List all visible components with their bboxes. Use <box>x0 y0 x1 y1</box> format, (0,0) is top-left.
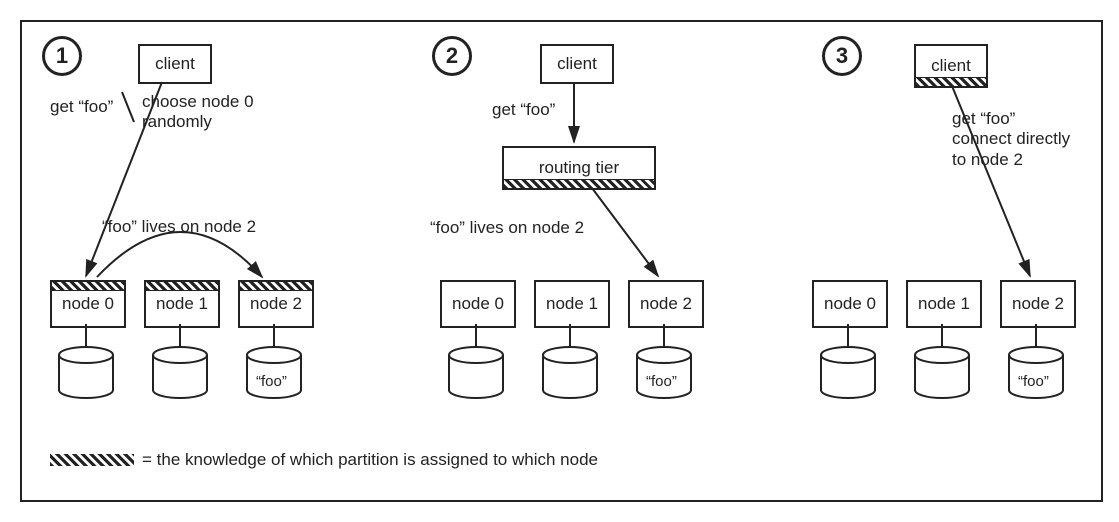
s1-node1-label: node 1 <box>156 294 208 314</box>
s2-node2-label: node 2 <box>640 294 692 314</box>
scenario-1-num: 1 <box>56 43 68 69</box>
s2-routing-tier-label: routing tier <box>539 158 619 178</box>
scenario-2-circle: 2 <box>432 36 472 76</box>
s1-node2-label: node 2 <box>250 294 302 314</box>
s3-node0-box: node 0 <box>812 280 888 328</box>
s2-foo-data-label: “foo” <box>646 373 677 391</box>
s3-db0 <box>819 346 877 402</box>
s1-stem1 <box>179 324 181 348</box>
s3-get-foo-label: get “foo” connect directly to node 2 <box>952 109 1070 170</box>
s3-node2-box: node 2 <box>1000 280 1076 328</box>
s3-foo-data-label: “foo” <box>1018 373 1049 391</box>
s1-foo-lives-label: “foo” lives on node 2 <box>102 217 256 237</box>
s2-client-label: client <box>557 54 597 74</box>
s1-foo-data-label: “foo” <box>256 373 287 391</box>
s2-routing-tier-box: routing tier <box>502 146 656 190</box>
s2-client-box: client <box>540 44 614 84</box>
s2-node2-box: node 2 <box>628 280 704 328</box>
s3-node0-label: node 0 <box>824 294 876 314</box>
s3-node1-label: node 1 <box>918 294 970 314</box>
s2-get-foo-label: get “foo” <box>492 100 555 120</box>
scenario-3-num: 3 <box>836 43 848 69</box>
s2-stem1 <box>569 324 571 348</box>
s1-node0-label: node 0 <box>62 294 114 314</box>
s1-node1-box: node 1 <box>144 280 220 328</box>
legend-hatch-icon <box>50 454 134 466</box>
scenario-1-circle: 1 <box>42 36 82 76</box>
s2-stem2 <box>663 324 665 348</box>
s1-client-box: client <box>138 44 212 84</box>
s2-node1-label: node 1 <box>546 294 598 314</box>
s2-node0-label: node 0 <box>452 294 504 314</box>
scenario-3-circle: 3 <box>822 36 862 76</box>
s3-stem0 <box>847 324 849 348</box>
s1-client-label: client <box>155 54 195 74</box>
diagram-frame: 1 2 3 client get “foo” choose node 0 ran… <box>20 20 1103 502</box>
s1-node0-box: node 0 <box>50 280 126 328</box>
s1-stem2 <box>273 324 275 348</box>
scenario-2-num: 2 <box>446 43 458 69</box>
s2-node0-box: node 0 <box>440 280 516 328</box>
s3-node1-box: node 1 <box>906 280 982 328</box>
s1-db0 <box>57 346 115 402</box>
s3-node2-label: node 2 <box>1012 294 1064 314</box>
s2-stem0 <box>475 324 477 348</box>
s1-stem0 <box>85 324 87 348</box>
s1-choose-label: choose node 0 randomly <box>142 92 254 133</box>
s1-node2-box: node 2 <box>238 280 314 328</box>
legend-text: = the knowledge of which partition is as… <box>142 450 598 470</box>
s1-get-foo-label: get “foo” <box>50 97 113 117</box>
s3-stem2 <box>1035 324 1037 348</box>
s3-client-box: client <box>914 44 988 88</box>
s2-db0 <box>447 346 505 402</box>
s2-node1-box: node 1 <box>534 280 610 328</box>
s3-db1 <box>913 346 971 402</box>
s1-db1 <box>151 346 209 402</box>
s3-client-label: client <box>931 56 971 76</box>
s3-stem1 <box>941 324 943 348</box>
s2-foo-lives-label: “foo” lives on node 2 <box>430 218 584 238</box>
s2-db1 <box>541 346 599 402</box>
